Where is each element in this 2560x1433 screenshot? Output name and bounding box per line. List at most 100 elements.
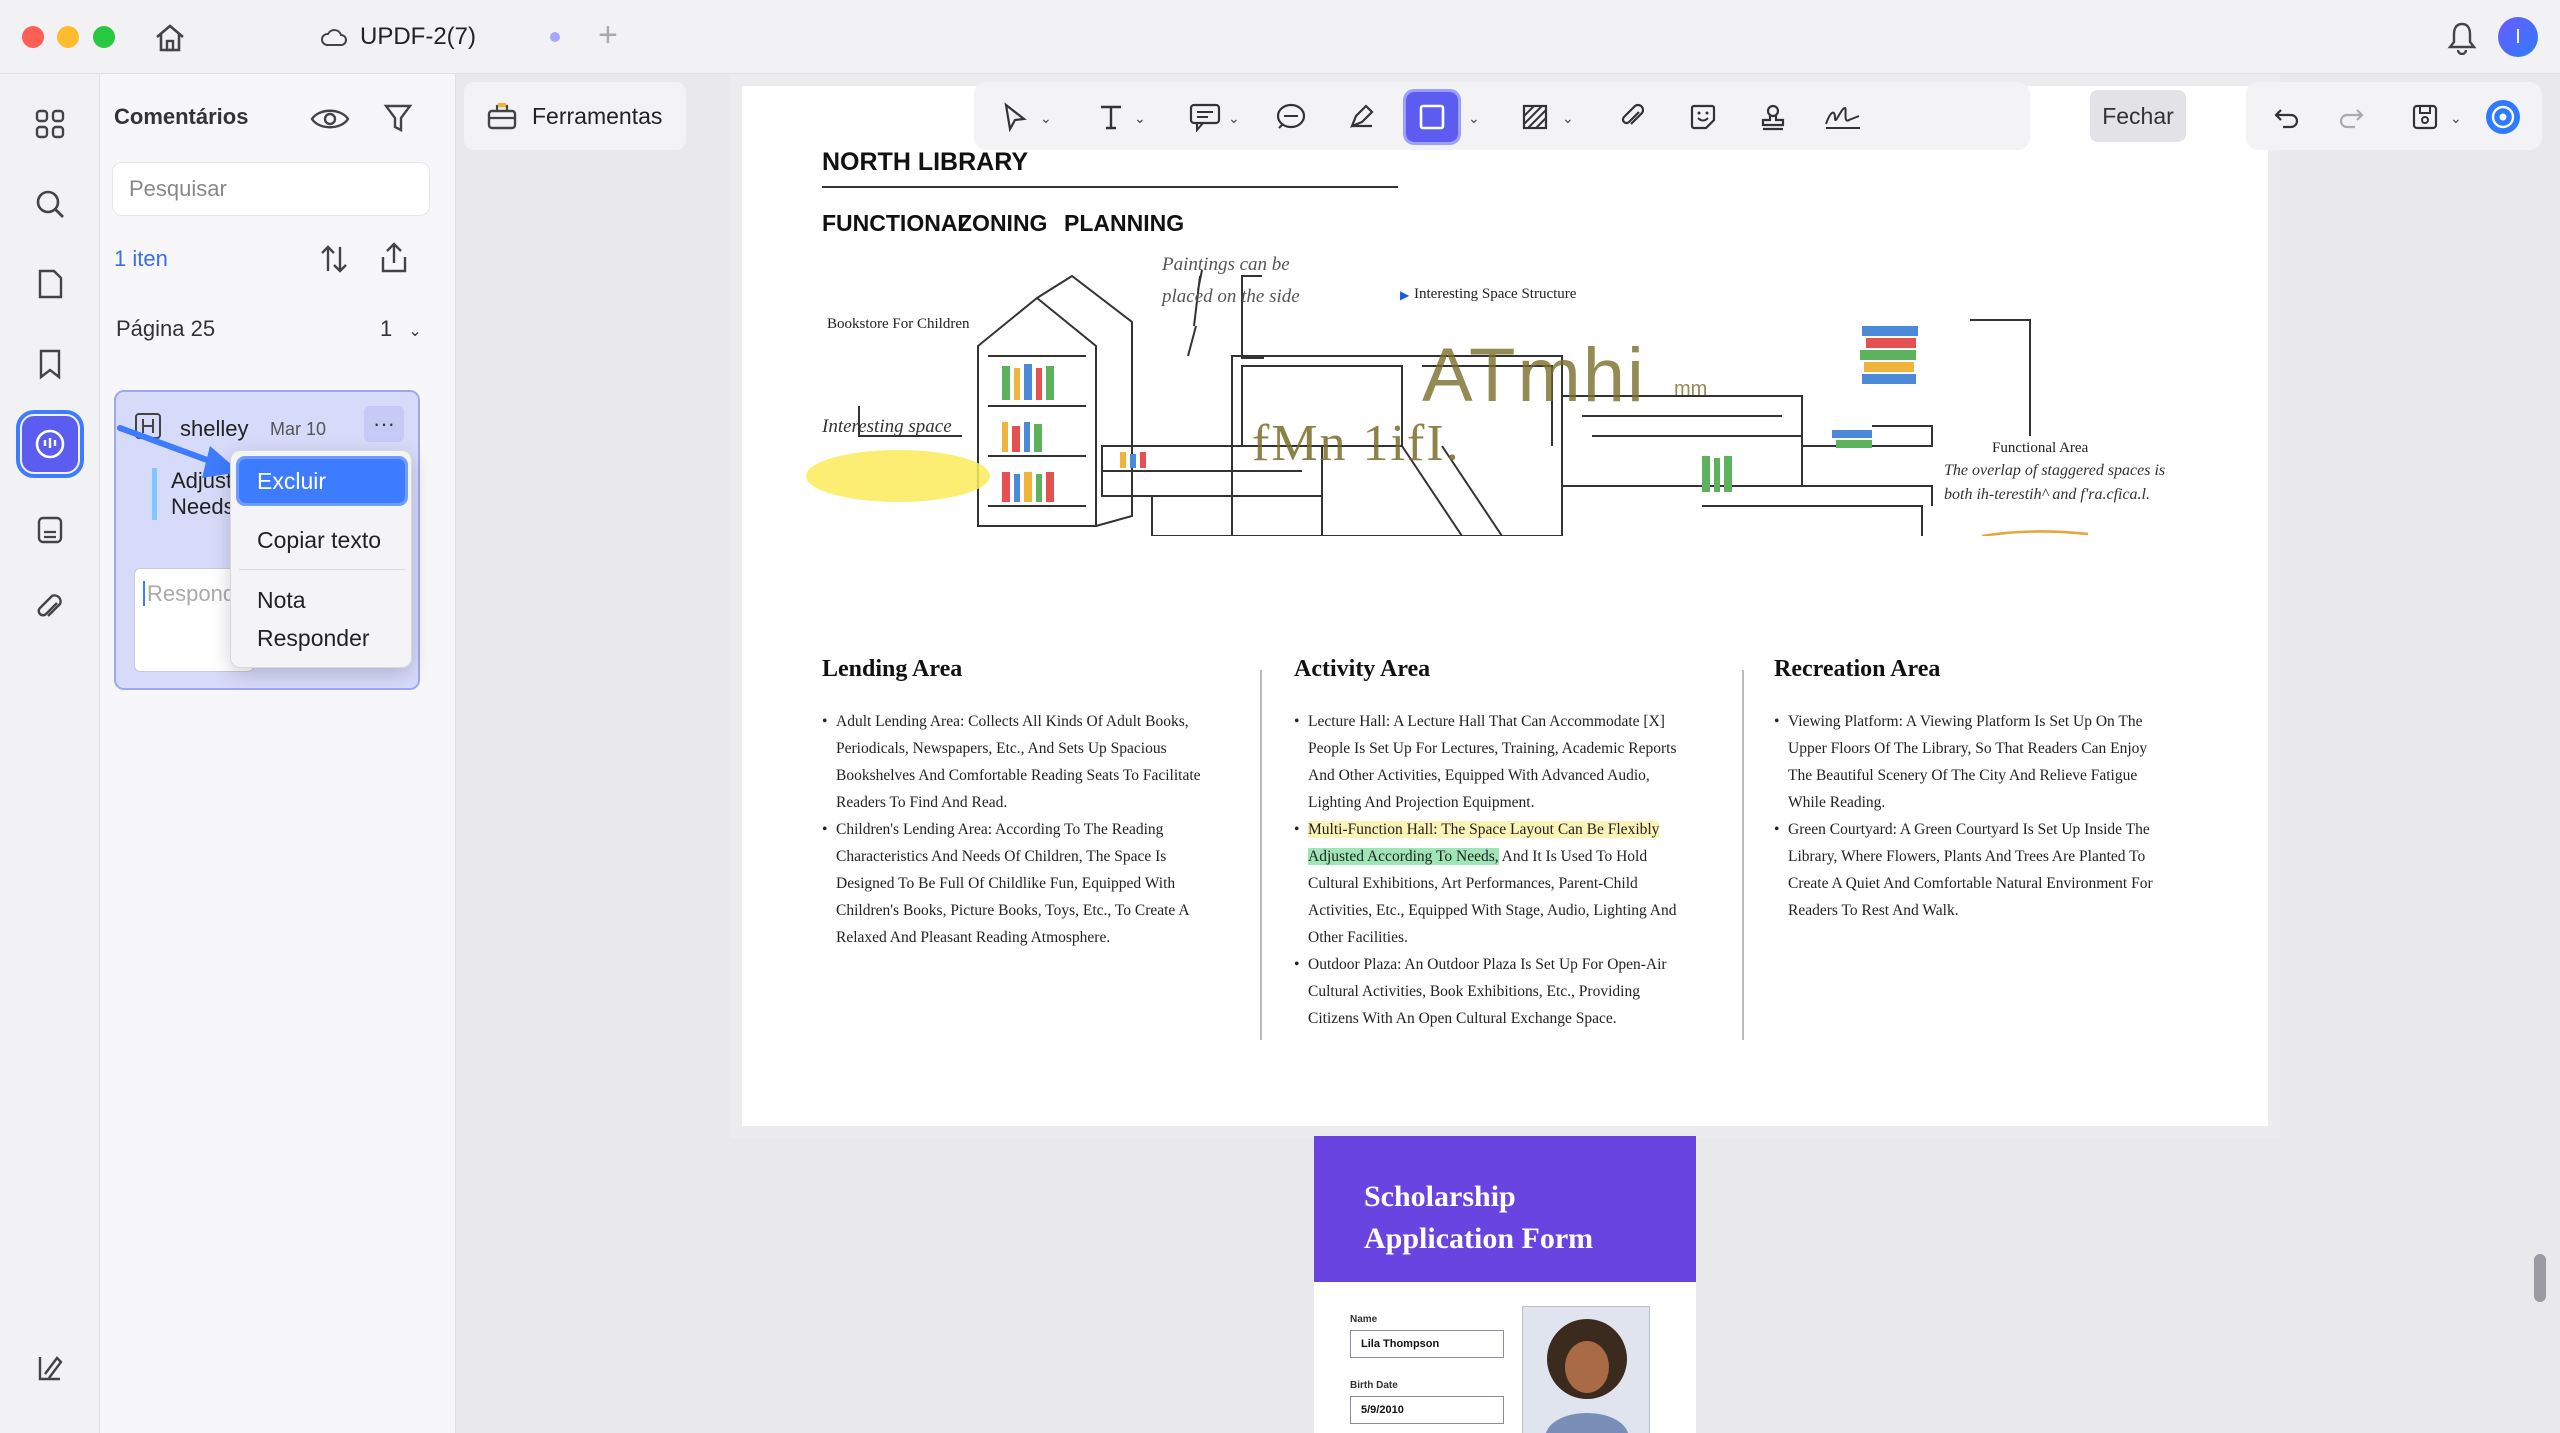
annotation-toolbar: ⌄ ⌄ ⌄ ⌄ ⌄ Fechar <box>974 82 2186 150</box>
chevron-down-icon[interactable]: ⌄ <box>1134 110 1146 127</box>
new-tab-button[interactable]: + <box>598 16 618 55</box>
comment-tool-icon[interactable] <box>1184 96 1226 138</box>
more-options-button[interactable]: ··· <box>364 406 404 442</box>
document-title: UPDF-2(7) <box>360 23 477 50</box>
filter-icon[interactable] <box>378 100 418 136</box>
recreation-list: Viewing Platform: A Viewing Platform Is … <box>1774 708 2174 924</box>
page-group-toggle[interactable]: 1 ⌄ <box>380 316 422 342</box>
document-tab[interactable]: UPDF-2(7) <box>320 18 476 56</box>
close-annotation-button[interactable]: Fechar <box>2090 90 2186 142</box>
note-paintings-line: Paintings can be <box>1162 254 1290 275</box>
chevron-down-icon: ⌄ <box>408 323 422 340</box>
minimize-window-button[interactable] <box>57 26 79 48</box>
pages-icon[interactable] <box>22 256 78 312</box>
applicant-photo <box>1522 1306 1650 1433</box>
menu-item-copy-text[interactable]: Copiar texto <box>257 527 381 554</box>
menu-item-reply[interactable]: Responder <box>257 625 370 652</box>
user-avatar[interactable]: I <box>2498 17 2538 57</box>
comments-panel: Comentários 1 iten Página 25 1 ⌄ shelley… <box>100 74 456 1433</box>
menu-item-label: Excluir <box>257 468 327 494</box>
right-toolbar: ⌄ <box>2246 82 2542 150</box>
hatch-fill-icon[interactable] <box>1514 96 1556 138</box>
list-item: Green Courtyard: A Green Courtyard Is Se… <box>1774 816 2174 924</box>
subtitle-planning: PLANNING <box>1064 210 1185 236</box>
stamps-icon[interactable] <box>22 502 78 558</box>
stamp-icon[interactable] <box>1752 96 1794 138</box>
export-icon[interactable] <box>374 238 414 278</box>
vertical-scrollbar[interactable] <box>2534 1254 2546 1302</box>
ai-assistant-icon[interactable] <box>2482 96 2524 138</box>
tools-button[interactable]: Ferramentas <box>464 82 686 150</box>
comments-icon[interactable] <box>16 410 84 478</box>
green-highlight[interactable]: Adjusted According To Needs, <box>1308 848 1499 865</box>
maximize-window-button[interactable] <box>93 26 115 48</box>
unsaved-indicator <box>550 32 560 42</box>
title-bar: UPDF-2(7) + I <box>0 0 2560 74</box>
chevron-down-icon[interactable]: ⌄ <box>1468 110 1480 127</box>
ocr-text-overlay: mm <box>1674 378 1708 400</box>
label-interesting-space: Interesting space <box>822 416 952 437</box>
list-item: Viewing Platform: A Viewing Platform Is … <box>1774 708 2174 816</box>
layers-icon[interactable] <box>22 1340 78 1396</box>
left-rail <box>0 74 100 1433</box>
text-tool-icon[interactable] <box>1090 96 1132 138</box>
list-item-highlighted: Multi-Function Hall: The Space Layout Ca… <box>1294 816 1694 951</box>
pen-tool-icon[interactable] <box>1340 96 1382 138</box>
tools-label: Ferramentas <box>532 102 663 129</box>
list-item: Lecture Hall: A Lecture Hall That Can Ac… <box>1294 708 1694 816</box>
note-overlap-line: The overlap of staggered spaces is <box>1944 462 2166 479</box>
select-tool-icon[interactable] <box>994 96 1036 138</box>
redo-icon[interactable] <box>2330 96 2372 138</box>
form-label-birth: Birth Date <box>1350 1380 1398 1391</box>
comment-date: Mar 10 <box>270 419 327 439</box>
chevron-down-icon[interactable]: ⌄ <box>1562 110 1574 127</box>
yellow-highlight[interactable]: Multi-Function Hall: The Space Layout Ca… <box>1308 821 1660 838</box>
menu-item-delete[interactable]: Excluir <box>236 456 408 506</box>
signature-icon[interactable] <box>1822 96 1864 138</box>
chevron-down-icon[interactable]: ⌄ <box>2450 110 2462 127</box>
sort-icon[interactable] <box>314 240 354 278</box>
subtitle-zoning: ZONING <box>958 210 1048 236</box>
chevron-down-icon[interactable]: ⌄ <box>1228 110 1240 127</box>
search-input[interactable] <box>112 162 430 216</box>
pdf-page: NORTH LIBRARY FUNCTIONAL ZONING PLANNING <box>742 86 2268 1126</box>
form-title: Scholarship Application Form <box>1364 1180 1594 1255</box>
form-field-birth: 5/9/2010 <box>1350 1396 1504 1424</box>
note-overlap-line: both ih-terestih^ and f'ra.cfica.l. <box>1944 486 2150 503</box>
label-bookstore: Bookstore For Children <box>827 316 970 332</box>
ocr-text-overlay: fMn 1ifI. <box>1252 415 1461 472</box>
cloud-icon <box>321 29 347 46</box>
list-item: Outdoor Plaza: An Outdoor Plaza Is Set U… <box>1294 951 1694 1032</box>
page-comment-count: 1 <box>380 316 393 341</box>
home-icon[interactable] <box>150 20 190 56</box>
undo-icon[interactable] <box>2266 96 2308 138</box>
label-interesting-structure: Interesting Space Structure <box>1414 286 1577 302</box>
bell-icon[interactable] <box>2442 20 2482 56</box>
comment-count: 1 iten <box>114 246 168 271</box>
chevron-down-icon[interactable]: ⌄ <box>1040 110 1052 127</box>
subtitle-functional: FUNCTIONAL <box>822 210 972 236</box>
note-tool-icon[interactable] <box>1270 96 1312 138</box>
search-icon[interactable] <box>22 176 78 232</box>
title-rule <box>822 186 1398 188</box>
list-item: Adult Lending Area: Collects All Kinds O… <box>822 708 1222 816</box>
sticker-icon[interactable] <box>1682 96 1724 138</box>
bookmark-icon[interactable] <box>22 336 78 392</box>
paperclip-icon[interactable] <box>1612 96 1654 138</box>
menu-divider <box>239 569 405 570</box>
rectangle-tool-icon[interactable] <box>1403 89 1461 145</box>
close-window-button[interactable] <box>22 26 44 48</box>
save-icon[interactable] <box>2404 96 2446 138</box>
eye-icon[interactable] <box>308 102 352 136</box>
attachment-icon[interactable] <box>22 580 78 636</box>
note-paintings-line: placed on the side <box>1162 286 1300 307</box>
column-divider <box>1742 670 1744 1040</box>
form-label-name: Name <box>1350 1314 1378 1325</box>
section-title-recreation: Recreation Area <box>1774 656 1941 682</box>
menu-item-note[interactable]: Nota <box>257 587 306 614</box>
thumbnails-icon[interactable] <box>22 96 78 152</box>
page-title: NORTH LIBRARY <box>822 148 1029 176</box>
page-label: Página 25 <box>116 316 216 341</box>
document-area: Ferramentas NORTH LIBRARY FUNCTIONAL ZON… <box>456 74 2560 1433</box>
pdf-page-next: Scholarship Application Form Name Lila T… <box>1314 1136 1696 1433</box>
